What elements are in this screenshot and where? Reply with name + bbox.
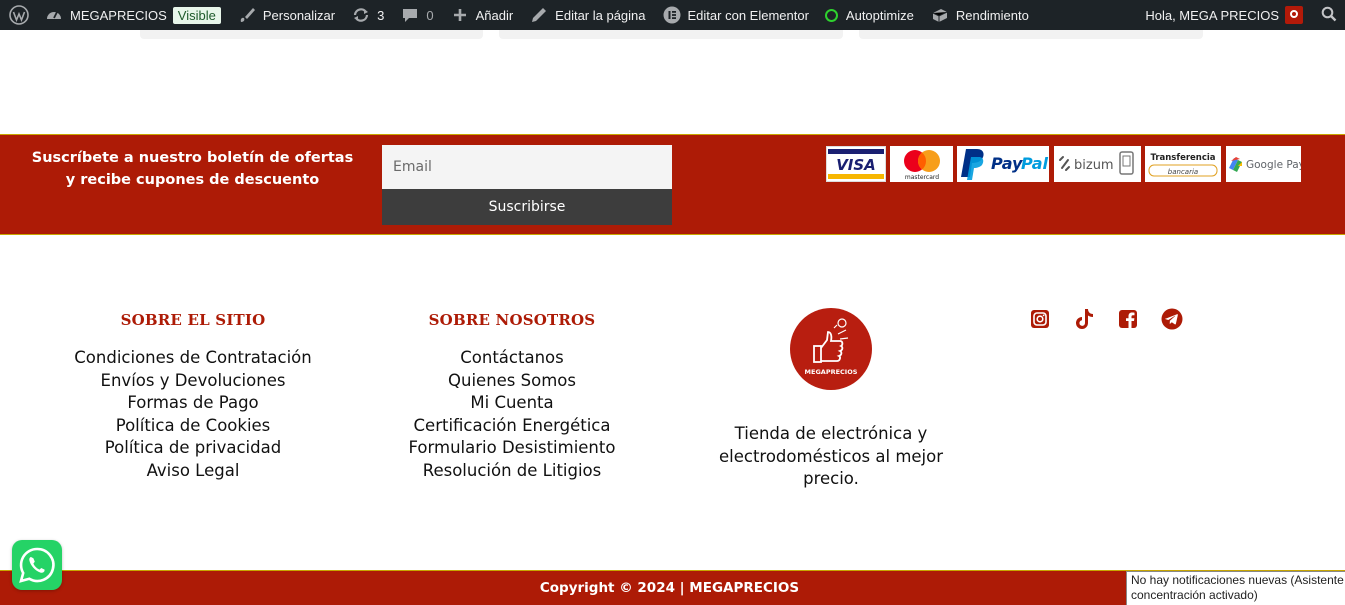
newsletter-text: Suscríbete a nuestro boletín de ofertas … xyxy=(30,147,355,191)
dashboard-icon xyxy=(44,5,64,25)
customize-link[interactable]: Personalizar xyxy=(229,0,343,30)
about-site-title: SOBRE EL SITIO xyxy=(120,311,266,329)
thumbs-up-logo-icon: MEGAPRECIOS xyxy=(805,318,858,376)
notification-line1: No hay notificaciones nuevas (Asistente … xyxy=(1131,573,1345,587)
performance-label: Rendimiento xyxy=(955,7,1029,23)
footer-link[interactable]: Política de privacidad xyxy=(43,437,343,460)
visa-text: VISA xyxy=(836,156,876,174)
performance-icon xyxy=(930,5,950,25)
elementor-icon xyxy=(662,5,682,25)
wordpress-logo-icon[interactable] xyxy=(0,0,36,30)
status-dot-icon xyxy=(824,8,838,22)
footer-link[interactable]: Formulario Desistimiento xyxy=(362,437,662,460)
newsletter-text-line2: y recibe cupones de descuento xyxy=(65,172,320,188)
comments-link[interactable]: 0 xyxy=(392,0,441,30)
facebook-icon[interactable] xyxy=(1116,307,1140,331)
paypal-logo: Pay Pal xyxy=(957,146,1049,182)
instagram-icon[interactable] xyxy=(1028,307,1052,331)
copyright-text: Copyright © 2024 | MEGAPRECIOS xyxy=(539,580,800,596)
product-card-bottom xyxy=(140,30,483,39)
transfer-text-top: Transferencia xyxy=(1150,153,1215,163)
footer-link[interactable]: Quienes Somos xyxy=(362,370,662,393)
footer-link[interactable]: Contáctanos xyxy=(362,347,662,370)
mastercard-logo: mastercard xyxy=(890,146,953,182)
site-logo[interactable]: MEGAPRECIOS xyxy=(790,308,872,390)
notification-tooltip: No hay notificaciones nuevas (Asistente … xyxy=(1126,571,1345,605)
pencil-icon xyxy=(529,5,549,25)
plus-icon xyxy=(450,5,470,25)
comments-count: 0 xyxy=(426,7,434,23)
telegram-icon[interactable] xyxy=(1160,307,1184,331)
footer-link[interactable]: Mi Cuenta xyxy=(362,392,662,415)
logo-text: MEGAPRECIOS xyxy=(805,368,858,376)
footer-link[interactable]: Condiciones de Contratación xyxy=(43,347,343,370)
edit-page-link[interactable]: Editar la página xyxy=(521,0,653,30)
google-pay-logo: Google Pay xyxy=(1226,146,1301,182)
store-tagline: Tienda de electrónica y electrodoméstico… xyxy=(718,424,944,489)
footer-link[interactable]: Envíos y Devoluciones xyxy=(43,370,343,393)
footer-link[interactable]: Resolución de Litigios xyxy=(362,460,662,483)
google-pay-text: Google Pay xyxy=(1246,159,1301,171)
avatar xyxy=(1285,6,1303,24)
autoptimize-link[interactable]: Autoptimize xyxy=(817,0,922,30)
about-us-links: Contáctanos Quienes Somos Mi Cuenta Cert… xyxy=(362,347,662,483)
subscribe-button[interactable]: Suscribirse xyxy=(382,189,672,225)
paypal-pay-text: Pay xyxy=(991,154,1023,173)
edit-elementor-label: Editar con Elementor xyxy=(687,7,809,23)
add-new-label: Añadir xyxy=(475,7,514,23)
product-card-bottom xyxy=(499,30,843,39)
search-icon xyxy=(1321,6,1337,25)
updates-icon xyxy=(351,5,371,25)
newsletter-text-line1: Suscríbete a nuestro boletín de ofertas xyxy=(31,150,354,166)
visa-logo: VISA xyxy=(826,146,886,182)
site-name: MEGAPRECIOS xyxy=(70,7,167,23)
account-menu[interactable]: Hola, MEGA PRECIOS xyxy=(1137,0,1311,30)
footer-link[interactable]: Aviso Legal xyxy=(43,460,343,483)
brush-icon xyxy=(237,5,257,25)
tiktok-icon[interactable] xyxy=(1072,307,1096,331)
about-us-title: SOBRE NOSOTROS xyxy=(428,311,596,329)
transfer-text-bottom: bancaria xyxy=(1168,168,1198,176)
site-name-menu[interactable]: MEGAPRECIOS Visible xyxy=(36,0,229,30)
customize-label: Personalizar xyxy=(262,7,336,23)
comment-icon xyxy=(400,5,420,25)
footer-link[interactable]: Formas de Pago xyxy=(43,392,343,415)
whatsapp-icon xyxy=(19,547,55,583)
admin-search-button[interactable] xyxy=(1311,0,1345,30)
add-new-link[interactable]: Añadir xyxy=(442,0,522,30)
edit-page-label: Editar la página xyxy=(555,7,646,23)
admin-bar-right: Hola, MEGA PRECIOS xyxy=(1137,0,1345,30)
product-card-bottom xyxy=(859,30,1203,39)
mastercard-text: mastercard xyxy=(904,174,938,181)
newsletter-band: Suscríbete a nuestro boletín de ofertas … xyxy=(0,134,1345,235)
updates-count: 3 xyxy=(377,7,385,23)
bank-transfer-logo: Transferencia bancaria xyxy=(1145,146,1221,182)
edit-elementor-link[interactable]: Editar con Elementor xyxy=(654,0,817,30)
email-field[interactable] xyxy=(382,145,672,189)
visible-badge: Visible xyxy=(172,6,221,24)
wp-admin-bar: MEGAPRECIOS Visible Personalizar 3 0 Aña… xyxy=(0,0,1345,30)
autoptimize-label: Autoptimize xyxy=(845,7,914,23)
paypal-pal-text: Pal xyxy=(1021,154,1049,173)
bizum-logo: bizum xyxy=(1054,146,1141,182)
greeting: Hola, MEGA PRECIOS xyxy=(1145,7,1279,23)
performance-link[interactable]: Rendimiento xyxy=(922,0,1037,30)
notification-line2: concentración activado) xyxy=(1131,588,1258,602)
footer-link[interactable]: Política de Cookies xyxy=(43,415,343,438)
footer-link[interactable]: Certificación Energética xyxy=(362,415,662,438)
updates-link[interactable]: 3 xyxy=(343,0,392,30)
bizum-text: bizum xyxy=(1074,158,1114,173)
whatsapp-button[interactable] xyxy=(12,540,62,590)
about-site-links: Condiciones de Contratación Envíos y Dev… xyxy=(43,347,343,483)
